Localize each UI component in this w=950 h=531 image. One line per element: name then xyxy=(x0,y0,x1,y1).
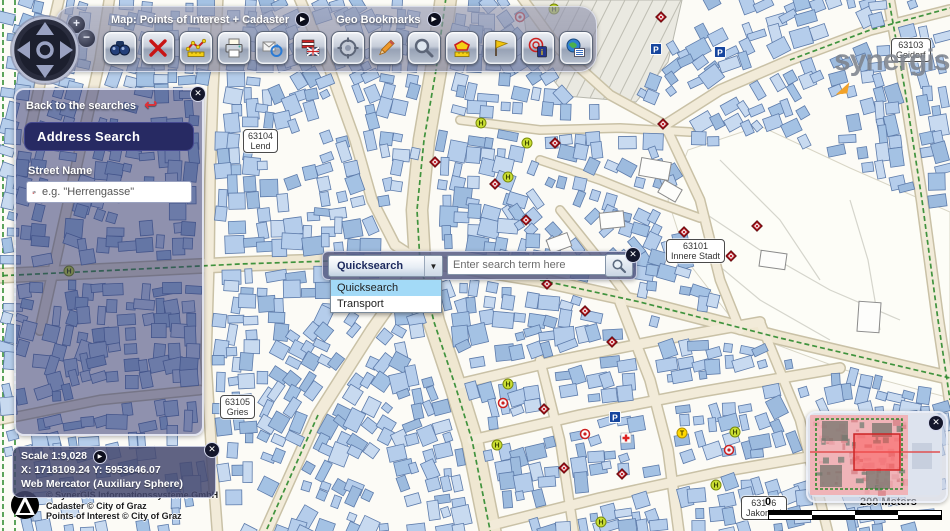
svg-text:H: H xyxy=(505,382,510,389)
street-name-label: Street Name xyxy=(28,165,190,177)
svg-text:H: H xyxy=(494,443,499,450)
quicksearch-close-button[interactable]: ✕ xyxy=(625,247,641,263)
svg-text:H: H xyxy=(598,520,603,527)
synergis-watermark: synergis xyxy=(834,44,950,112)
scalebar-zero: 0 xyxy=(765,496,771,508)
svg-text:H: H xyxy=(478,121,483,128)
overview-close-button[interactable]: ✕ xyxy=(928,415,944,431)
street-name-input[interactable] xyxy=(40,185,186,199)
mouse-coordinates: X: 1718109.24 Y: 5953646.07 xyxy=(21,464,207,478)
tram-stop-marker[interactable]: T xyxy=(677,428,687,438)
overview-extent-box[interactable] xyxy=(854,434,900,470)
pan-compass[interactable] xyxy=(8,13,82,87)
status-panel: ✕ Scale 1:9,028 ▶ X: 1718109.24 Y: 59536… xyxy=(12,446,216,498)
status-panel-close-button[interactable]: ✕ xyxy=(204,442,220,458)
svg-text:P: P xyxy=(612,412,618,422)
map-legend-icon[interactable] xyxy=(559,31,593,65)
district-label-gries: 63105Gries xyxy=(220,395,255,419)
transit-stop-marker[interactable]: H xyxy=(522,138,532,148)
geo-bookmarks-arrow-icon[interactable]: ▶ xyxy=(427,12,442,27)
back-arrow-icon[interactable]: ↩ xyxy=(144,101,157,111)
quicksearch-input[interactable] xyxy=(447,255,614,275)
set-marker-flag-icon[interactable] xyxy=(483,31,517,65)
svg-text:H: H xyxy=(732,430,737,437)
toolbar-buttons: i xyxy=(103,31,593,65)
map-menu[interactable]: Map: Points of Interest + Cadaster xyxy=(111,14,289,26)
svg-text:H: H xyxy=(713,483,718,490)
measure-area-icon[interactable] xyxy=(445,31,479,65)
transit-stop-marker[interactable]: H xyxy=(503,379,513,389)
clear-selection-icon[interactable] xyxy=(141,31,175,65)
parking-marker[interactable]: P xyxy=(651,44,662,55)
overview-map[interactable] xyxy=(808,413,942,497)
search-panel-close-button[interactable]: ✕ xyxy=(190,86,206,102)
poi-circle-marker[interactable] xyxy=(725,446,734,455)
quicksearch-bar: Quicksearch ▼ ✕ Quicksearch Transport xyxy=(322,251,637,280)
draw-redline-icon[interactable] xyxy=(369,31,403,65)
overview-map-panel[interactable]: ✕ xyxy=(806,411,948,503)
weboffice-map-application: HHHHHHHHHHTPPP 63104Lend 63101Innere Sta… xyxy=(0,0,950,531)
synergis-accent-icon xyxy=(834,82,850,95)
svg-text:T: T xyxy=(680,431,685,438)
quicksearch-options-list: Quicksearch Transport xyxy=(330,279,442,313)
address-search-panel: ✕ Back to the searches ↩ Address Search … xyxy=(14,88,204,436)
binoculars-search-icon[interactable] xyxy=(103,31,137,65)
quicksearch-selected-option: Quicksearch xyxy=(329,260,424,272)
main-toolbar: Map: Points of Interest + Cadaster ▶ Geo… xyxy=(55,6,597,72)
dropdown-arrow-icon[interactable]: ▼ xyxy=(424,256,442,276)
parking-marker[interactable]: P xyxy=(715,47,726,58)
district-label-innere-stadt: 63101Innere Stadt xyxy=(666,239,725,263)
select-on-map-icon xyxy=(32,186,36,199)
quicksearch-type-dropdown[interactable]: Quicksearch ▼ xyxy=(328,255,443,277)
poi-circle-marker[interactable] xyxy=(581,430,590,439)
transit-stop-marker[interactable]: H xyxy=(503,172,513,182)
svg-text:H: H xyxy=(524,141,529,148)
option-quicksearch[interactable]: Quicksearch xyxy=(331,280,441,296)
scale-dropdown-icon[interactable]: ▶ xyxy=(93,450,107,464)
transit-stop-marker[interactable]: H xyxy=(476,118,486,128)
parking-marker[interactable]: P xyxy=(610,412,621,423)
identify-poi-icon[interactable]: i xyxy=(521,31,555,65)
option-transport[interactable]: Transport xyxy=(331,296,441,312)
zoom-search-icon[interactable] xyxy=(407,31,441,65)
scale-value: Scale 1:9,028 xyxy=(21,450,87,464)
copyright-line: Points of Interest © City of Graz xyxy=(46,511,218,522)
menu-bar: Map: Points of Interest + Cadaster ▶ Geo… xyxy=(111,12,442,27)
transit-stop-marker[interactable]: H xyxy=(492,440,502,450)
language-flags-icon[interactable] xyxy=(293,31,327,65)
pharmacy-marker[interactable] xyxy=(621,433,631,443)
projection-name: Web Mercator (Auxiliary Sphere) xyxy=(21,478,207,492)
svg-text:P: P xyxy=(717,47,723,57)
transit-stop-marker[interactable]: H xyxy=(730,427,740,437)
measure-line-icon[interactable] xyxy=(179,31,213,65)
copyright-line: Cadaster © City of Graz xyxy=(46,501,218,512)
center-map-icon[interactable] xyxy=(331,31,365,65)
transit-stop-marker[interactable]: H xyxy=(711,480,721,490)
street-name-field xyxy=(26,181,192,203)
poi-circle-marker[interactable] xyxy=(499,399,508,408)
map-menu-arrow-icon[interactable]: ▶ xyxy=(295,12,310,27)
svg-text:i: i xyxy=(541,48,543,57)
geo-bookmarks-menu[interactable]: Geo Bookmarks xyxy=(336,14,420,26)
send-map-icon[interactable] xyxy=(255,31,289,65)
back-to-searches-link[interactable]: Back to the searches xyxy=(26,100,136,112)
svg-text:H: H xyxy=(505,175,510,182)
address-search-header: Address Search xyxy=(24,122,194,151)
district-label-lend: 63104Lend xyxy=(243,129,278,153)
scalebar-segments xyxy=(768,510,942,520)
print-icon[interactable] xyxy=(217,31,251,65)
search-magnifier-icon xyxy=(611,258,627,274)
svg-text:P: P xyxy=(653,44,659,54)
transit-stop-marker[interactable]: H xyxy=(596,517,606,527)
